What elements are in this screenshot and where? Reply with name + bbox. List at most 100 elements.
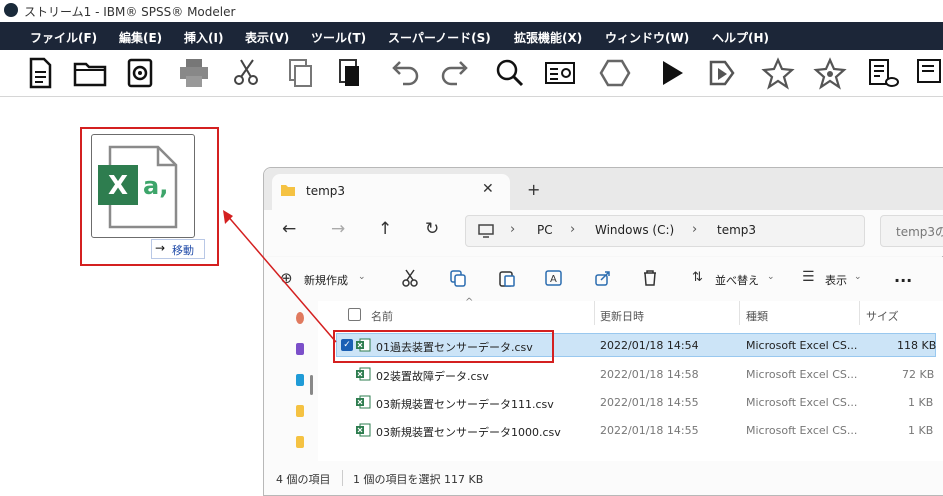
file-type: Microsoft Excel CS... [746, 368, 858, 381]
scrollbar-thumb[interactable] [310, 375, 313, 395]
preview-icon[interactable] [864, 56, 900, 90]
run-selection-icon[interactable] [703, 56, 739, 90]
menu-supernode[interactable]: スーパーノード(S) [388, 29, 491, 46]
new-document-icon[interactable] [22, 56, 58, 90]
menu-window[interactable]: ウィンドウ(W) [605, 29, 689, 46]
view-button[interactable]: 表示 [825, 272, 847, 288]
run-play-icon[interactable] [654, 56, 690, 90]
menu-tools[interactable]: ツール(T) [311, 29, 366, 46]
new-plus-icon: ⊕ [280, 269, 293, 287]
node-glyph-a: a, [143, 172, 168, 200]
file-modified: 2022/01/18 14:54 [600, 339, 699, 352]
close-tab-icon[interactable]: ✕ [482, 181, 494, 197]
excel-csv-icon [356, 395, 371, 409]
window-title: ストリーム1 - IBM® SPSS® Modeler [24, 5, 236, 19]
search-placeholder: temp3の [896, 225, 943, 239]
breadcrumb-drive[interactable]: Windows (C:) [595, 223, 674, 237]
navigation-pane [264, 301, 318, 461]
rename-icon[interactable]: A [545, 269, 563, 287]
new-tab-button[interactable]: + [527, 180, 540, 199]
excel-file-icon: X a, [98, 145, 178, 229]
view-list-icon: ☰ [802, 269, 815, 285]
menu-view[interactable]: 表示(V) [245, 29, 289, 46]
file-type: Microsoft Excel CS... [746, 339, 858, 352]
breadcrumb-chevron-icon: › [510, 222, 516, 237]
tab-title: temp3 [306, 184, 346, 198]
column-divider [859, 301, 860, 325]
share-icon[interactable] [594, 269, 612, 287]
undo-icon[interactable] [386, 56, 422, 90]
column-name[interactable]: 名前 [371, 308, 393, 324]
menu-file[interactable]: ファイル(F) [30, 29, 97, 46]
forward-arrow-icon[interactable]: → [331, 219, 345, 239]
column-type[interactable]: 種類 [746, 308, 768, 324]
move-tooltip-label: 移動 [172, 244, 194, 257]
cut-icon[interactable] [401, 269, 419, 287]
menu-edit[interactable]: 編集(E) [119, 29, 162, 46]
breadcrumb-chevron-icon: › [570, 222, 576, 237]
address-bar[interactable]: › PC › Windows (C:) › temp3 [465, 215, 865, 247]
copy-icon[interactable] [282, 56, 318, 90]
column-size[interactable]: サイズ [866, 308, 899, 324]
monitor-icon [478, 224, 494, 238]
column-divider [594, 301, 595, 325]
column-modified[interactable]: 更新日時 [600, 308, 644, 324]
menu-help[interactable]: ヘルプ(H) [712, 29, 769, 46]
file-type: Microsoft Excel CS... [746, 424, 858, 437]
excel-csv-icon [356, 423, 371, 437]
title-bar: ストリーム1 - IBM® SPSS® Modeler [0, 0, 943, 22]
status-item-count: 4 個の項目 [276, 473, 331, 486]
nav-item-icon[interactable] [296, 405, 304, 417]
file-size: 1 KB [908, 424, 934, 437]
more-options-button[interactable]: ... [894, 267, 912, 286]
cut-scissors-icon[interactable] [229, 56, 265, 90]
move-arrow-icon: → [155, 241, 166, 255]
file-name[interactable]: 03新規装置センサーデータ1000.csv [376, 424, 561, 440]
stream-properties-icon[interactable] [542, 56, 578, 90]
column-divider [739, 301, 740, 325]
nav-item-icon[interactable] [296, 312, 304, 324]
open-folder-icon[interactable] [72, 56, 108, 90]
supernode-hexagon-icon[interactable] [597, 56, 633, 90]
app-logo-icon [4, 3, 18, 17]
sort-icon: ⇅ [692, 270, 703, 285]
refresh-icon[interactable]: ↻ [425, 219, 439, 239]
file-size: 118 KB [897, 339, 937, 352]
sort-button[interactable]: 並べ替え [715, 272, 759, 288]
explorer-tab[interactable]: temp3 ✕ [272, 174, 510, 210]
command-bar: ⊕ 新規作成 ⌄ A ⇅ 並べ替え ⌄ ☰ 表示 ⌄ ... [264, 257, 943, 302]
model-settings-icon[interactable] [812, 56, 848, 90]
status-divider [342, 470, 343, 486]
search-magnifier-icon[interactable] [492, 56, 528, 90]
breadcrumb-pc[interactable]: PC [537, 223, 553, 237]
file-size: 1 KB [908, 396, 934, 409]
svg-text:A: A [550, 274, 557, 285]
back-arrow-icon[interactable]: ← [282, 219, 296, 239]
chevron-down-icon: ⌄ [767, 272, 775, 282]
file-type: Microsoft Excel CS... [746, 396, 858, 409]
menu-insert[interactable]: 挿入(I) [184, 29, 223, 46]
file-name[interactable]: 02装置故障データ.csv [376, 368, 489, 384]
paste-icon[interactable] [332, 56, 368, 90]
nav-item-icon[interactable] [296, 374, 304, 386]
search-box[interactable]: temp3の [880, 215, 943, 247]
chevron-down-icon: ⌄ [854, 272, 862, 282]
menu-extensions[interactable]: 拡張機能(X) [514, 29, 582, 46]
new-button[interactable]: 新規作成 [304, 272, 348, 288]
redo-icon[interactable] [438, 56, 474, 90]
breadcrumb-folder[interactable]: temp3 [717, 223, 756, 237]
print-icon[interactable] [176, 56, 212, 90]
model-star-icon[interactable] [760, 56, 796, 90]
save-disk-icon[interactable] [122, 56, 158, 90]
up-arrow-icon[interactable]: ↑ [378, 219, 392, 239]
annotation-icon[interactable] [912, 56, 943, 90]
select-all-checkbox[interactable] [348, 308, 361, 321]
nav-item-icon[interactable] [296, 436, 304, 448]
copy-icon[interactable] [449, 269, 467, 287]
excel-file-node[interactable]: X a, [91, 134, 195, 238]
paste-icon[interactable] [498, 269, 516, 287]
folder-icon [281, 185, 295, 196]
delete-trash-icon[interactable] [641, 269, 659, 287]
nav-item-icon[interactable] [296, 343, 304, 355]
file-name[interactable]: 03新規装置センサーデータ111.csv [376, 396, 554, 412]
